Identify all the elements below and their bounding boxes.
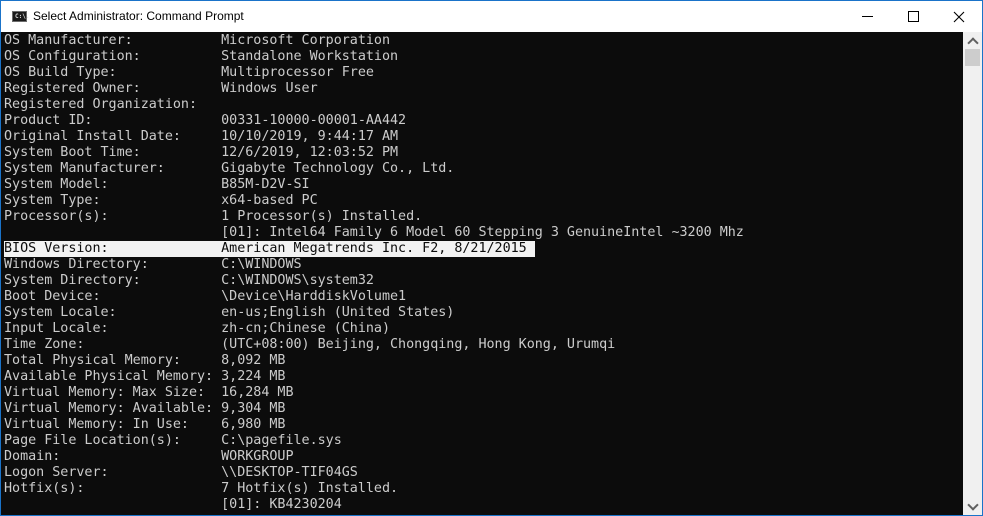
command-prompt-window: C:\. Select Administrator: Command Promp… (0, 0, 983, 516)
selected-console-line: BIOS Version: American Megatrends Inc. F… (4, 241, 535, 257)
console-line: Virtual Memory: In Use: 6,980 MB (4, 417, 286, 432)
console-line: Registered Organization: (4, 97, 198, 112)
console-line: Original Install Date: 10/10/2019, 9:44:… (4, 129, 399, 144)
console-line: Total Physical Memory: 8,092 MB (4, 353, 286, 368)
console-line: Virtual Memory: Available: 9,304 MB (4, 401, 286, 416)
console-line: OS Build Type: Multiprocessor Free (4, 65, 374, 80)
console-line: Input Locale: zh-cn;Chinese (China) (4, 321, 391, 336)
console-line: Hotfix(s): 7 Hotfix(s) Installed. (4, 481, 399, 496)
console-line: Registered Owner: Windows User (4, 81, 318, 96)
close-button[interactable] (936, 1, 982, 32)
console-line: [01]: KB4230204 (4, 497, 342, 512)
console-line: System Type: x64-based PC (4, 193, 318, 208)
console-line: Virtual Memory: Max Size: 16,284 MB (4, 385, 294, 400)
window-title: Select Administrator: Command Prompt (33, 9, 244, 23)
console-line: Time Zone: (UTC+08:00) Beijing, Chongqin… (4, 337, 616, 352)
console-line: Logon Server: \\DESKTOP-TIF04GS (4, 465, 358, 480)
console-line: System Boot Time: 12/6/2019, 12:03:52 PM (4, 145, 399, 160)
console-line: Processor(s): 1 Processor(s) Installed. (4, 209, 423, 224)
console-line: [01]: Intel64 Family 6 Model 60 Stepping… (4, 225, 744, 240)
console-line: Boot Device: \Device\HarddiskVolume1 (4, 289, 407, 304)
close-icon (953, 11, 965, 22)
console-line: System Model: B85M-D2V-SI (4, 177, 310, 192)
console-output[interactable]: OS Manufacturer: Microsoft Corporation OS… (2, 32, 963, 515)
console-line: System Manufacturer: Gigabyte Technology… (4, 161, 455, 176)
console-line: OS Manufacturer: Microsoft Corporation (4, 33, 391, 48)
console-line: Windows Directory: C:\WINDOWS (4, 257, 302, 272)
maximize-button[interactable] (890, 1, 936, 32)
scroll-up-button[interactable] (963, 32, 982, 49)
console-line: Available Physical Memory: 3,224 MB (4, 369, 286, 384)
console-line: Domain: WORKGROUP (4, 449, 294, 464)
vertical-scrollbar[interactable] (963, 32, 982, 515)
console-line: System Locale: en-us;English (United Sta… (4, 305, 455, 320)
title-bar[interactable]: C:\. Select Administrator: Command Promp… (1, 1, 982, 32)
scroll-down-button[interactable] (963, 498, 982, 515)
cmd-icon[interactable]: C:\. (12, 11, 30, 22)
cmd-icon-text: C:\. (15, 13, 30, 20)
console-line: System Directory: C:\WINDOWS\system32 (4, 273, 374, 288)
minimize-icon (861, 16, 873, 17)
scrollbar-thumb[interactable] (965, 49, 980, 66)
console-line: OS Configuration: Standalone Workstation (4, 49, 399, 64)
console-line: Product ID: 00331-10000-00001-AA442 (4, 113, 407, 128)
maximize-icon (907, 11, 919, 22)
chevron-up-icon (966, 36, 979, 49)
minimize-button[interactable] (844, 1, 890, 32)
console-line: Page File Location(s): C:\pagefile.sys (4, 433, 342, 448)
chevron-down-icon (966, 498, 979, 511)
